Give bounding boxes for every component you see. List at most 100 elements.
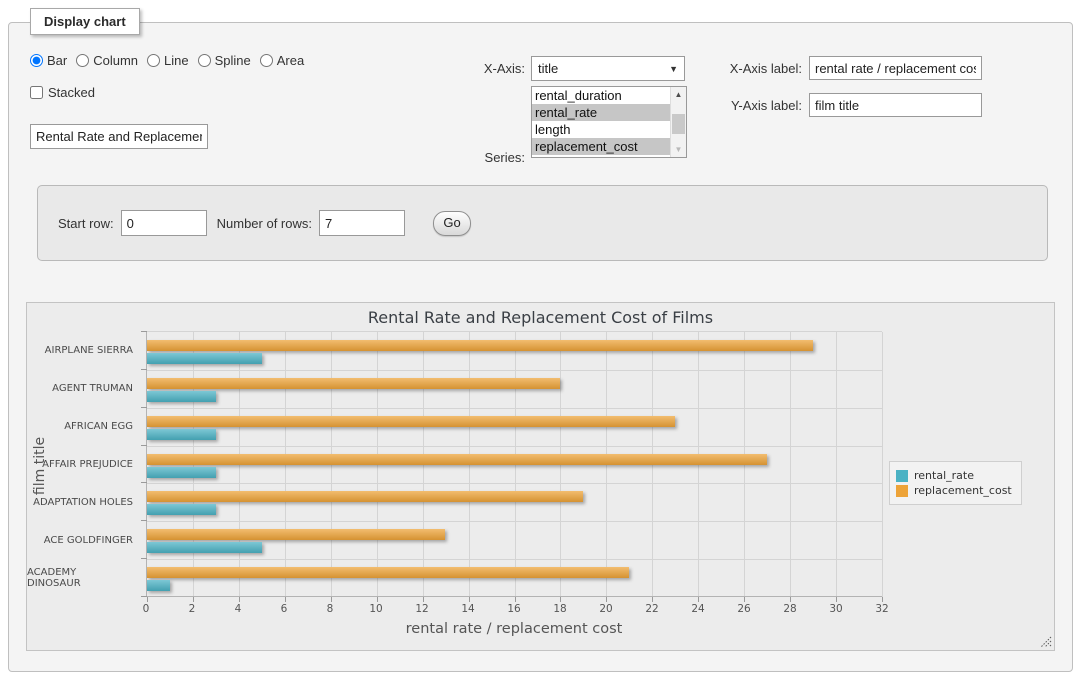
chart-type-label: Line: [164, 53, 189, 68]
bar-rental_rate: [147, 542, 262, 553]
display-chart-panel: Display chart BarColumnLineSplineArea St…: [8, 22, 1073, 672]
stacked-label: Stacked: [48, 85, 95, 100]
chart-title: Rental Rate and Replacement Cost of Film…: [27, 308, 1054, 327]
x-axis-tick: [836, 597, 837, 602]
x-axis-tick: [744, 597, 745, 602]
x-axis-tick: [147, 597, 148, 602]
x-axis-tick: [469, 597, 470, 602]
chart-plot-area: [146, 331, 882, 597]
x-axis-tick: [606, 597, 607, 602]
chart-type-radio-column[interactable]: [76, 54, 89, 67]
chart-x-tick-labels: 02468101214161820222426283032: [146, 603, 882, 617]
chart-type-option-bar[interactable]: Bar: [30, 53, 67, 68]
bar-rental_rate: [147, 429, 216, 440]
x-axis-tick: [882, 597, 883, 602]
chart-x-axis-title: rental rate / replacement cost: [146, 621, 882, 637]
chart-type-option-line[interactable]: Line: [147, 53, 189, 68]
x-axis-tick: [331, 597, 332, 602]
category-label: AGENT TRUMAN: [27, 369, 139, 407]
chart-row-adaptation-holes: [147, 483, 882, 521]
series-listbox-label: Series:: [429, 145, 525, 170]
category-label: ADAPTATION HOLES: [27, 483, 139, 521]
x-tick-label: 10: [369, 603, 382, 615]
chart-row-affair-prejudice: [147, 446, 882, 484]
x-axis-tick: [790, 597, 791, 602]
legend-label: rental_rate: [914, 469, 974, 482]
chart-type-option-column[interactable]: Column: [76, 53, 138, 68]
chart-row-academy-dinosaur: [147, 559, 882, 597]
start-row-input[interactable]: [121, 210, 207, 236]
chart-type-radio-line[interactable]: [147, 54, 160, 67]
x-tick-label: 0: [143, 603, 150, 615]
bar-rental_rate: [147, 580, 170, 591]
x-tick-label: 18: [553, 603, 566, 615]
chart-type-radio-bar[interactable]: [30, 54, 43, 67]
stacked-checkbox[interactable]: [30, 86, 43, 99]
bar-replacement_cost: [147, 529, 445, 540]
bar-rental_rate: [147, 504, 216, 515]
chart-type-option-spline[interactable]: Spline: [198, 53, 251, 68]
x-tick-label: 6: [281, 603, 288, 615]
chart-type-radio-spline[interactable]: [198, 54, 211, 67]
bar-replacement_cost: [147, 416, 675, 427]
x-axis-tick: [515, 597, 516, 602]
gridline-vertical: [882, 332, 883, 597]
x-tick-label: 30: [829, 603, 842, 615]
resize-handle-icon[interactable]: [1040, 636, 1052, 648]
num-rows-input[interactable]: [319, 210, 405, 236]
x-axis-tick: [652, 597, 653, 602]
chart-row-airplane-sierra: [147, 332, 882, 370]
bar-replacement_cost: [147, 378, 560, 389]
row-controls-panel: Start row: Number of rows: Go: [37, 185, 1048, 261]
chart-category-labels: AIRPLANE SIERRAAGENT TRUMANAFRICAN EGGAF…: [27, 331, 139, 597]
x-tick-label: 16: [507, 603, 520, 615]
legend-swatch: [896, 485, 908, 497]
go-button[interactable]: Go: [433, 211, 471, 236]
x-tick-label: 32: [875, 603, 888, 615]
x-tick-label: 22: [645, 603, 658, 615]
category-label: AFFAIR PREJUDICE: [27, 445, 139, 483]
chart-title-input[interactable]: [30, 124, 208, 149]
x-axis-tick: [193, 597, 194, 602]
chart-type-label: Column: [93, 53, 138, 68]
chart-type-radio-area[interactable]: [260, 54, 273, 67]
bar-replacement_cost: [147, 491, 583, 502]
x-tick-label: 20: [599, 603, 612, 615]
chart-legend: rental_rate replacement_cost: [889, 461, 1022, 505]
chart-type-label: Bar: [47, 53, 67, 68]
category-label: AFRICAN EGG: [27, 407, 139, 445]
y-axis-label-input[interactable]: [809, 93, 982, 117]
chart-type-option-area[interactable]: Area: [260, 53, 304, 68]
x-axis-tick: [560, 597, 561, 602]
legend-item-rental_rate[interactable]: rental_rate: [896, 469, 1012, 482]
category-label: ACADEMY DINOSAUR: [27, 559, 139, 597]
stacked-option[interactable]: Stacked: [30, 85, 95, 100]
chart-type-label: Spline: [215, 53, 251, 68]
chart-type-options: Bar Column Line Spline Area: [30, 53, 313, 68]
x-axis-label-input[interactable]: [809, 56, 982, 80]
series-option-length[interactable]: length: [532, 121, 670, 138]
x-axis-tick: [698, 597, 699, 602]
x-axis-tick: [285, 597, 286, 602]
scroll-down-icon[interactable]: ▼: [671, 142, 686, 157]
x-axis-tick: [239, 597, 240, 602]
legend-item-replacement_cost[interactable]: replacement_cost: [896, 484, 1012, 497]
bar-replacement_cost: [147, 454, 767, 465]
x-tick-label: 2: [189, 603, 196, 615]
category-label: ACE GOLDFINGER: [27, 521, 139, 559]
category-label: AIRPLANE SIERRA: [27, 331, 139, 369]
chart-row-ace-goldfinger: [147, 521, 882, 559]
x-tick-label: 28: [783, 603, 796, 615]
chart-row-agent-truman: [147, 370, 882, 408]
x-tick-label: 8: [327, 603, 334, 615]
num-rows-label: Number of rows:: [217, 216, 312, 231]
bar-replacement_cost: [147, 340, 813, 351]
x-axis-select-label: X-Axis:: [429, 56, 525, 81]
x-tick-label: 26: [737, 603, 750, 615]
chart-type-label: Area: [277, 53, 304, 68]
series-option-replacement_cost[interactable]: replacement_cost: [532, 138, 670, 155]
x-axis-tick: [423, 597, 424, 602]
start-row-label: Start row:: [58, 216, 114, 231]
chart-container: Rental Rate and Replacement Cost of Film…: [26, 302, 1055, 651]
legend-label: replacement_cost: [914, 484, 1012, 497]
